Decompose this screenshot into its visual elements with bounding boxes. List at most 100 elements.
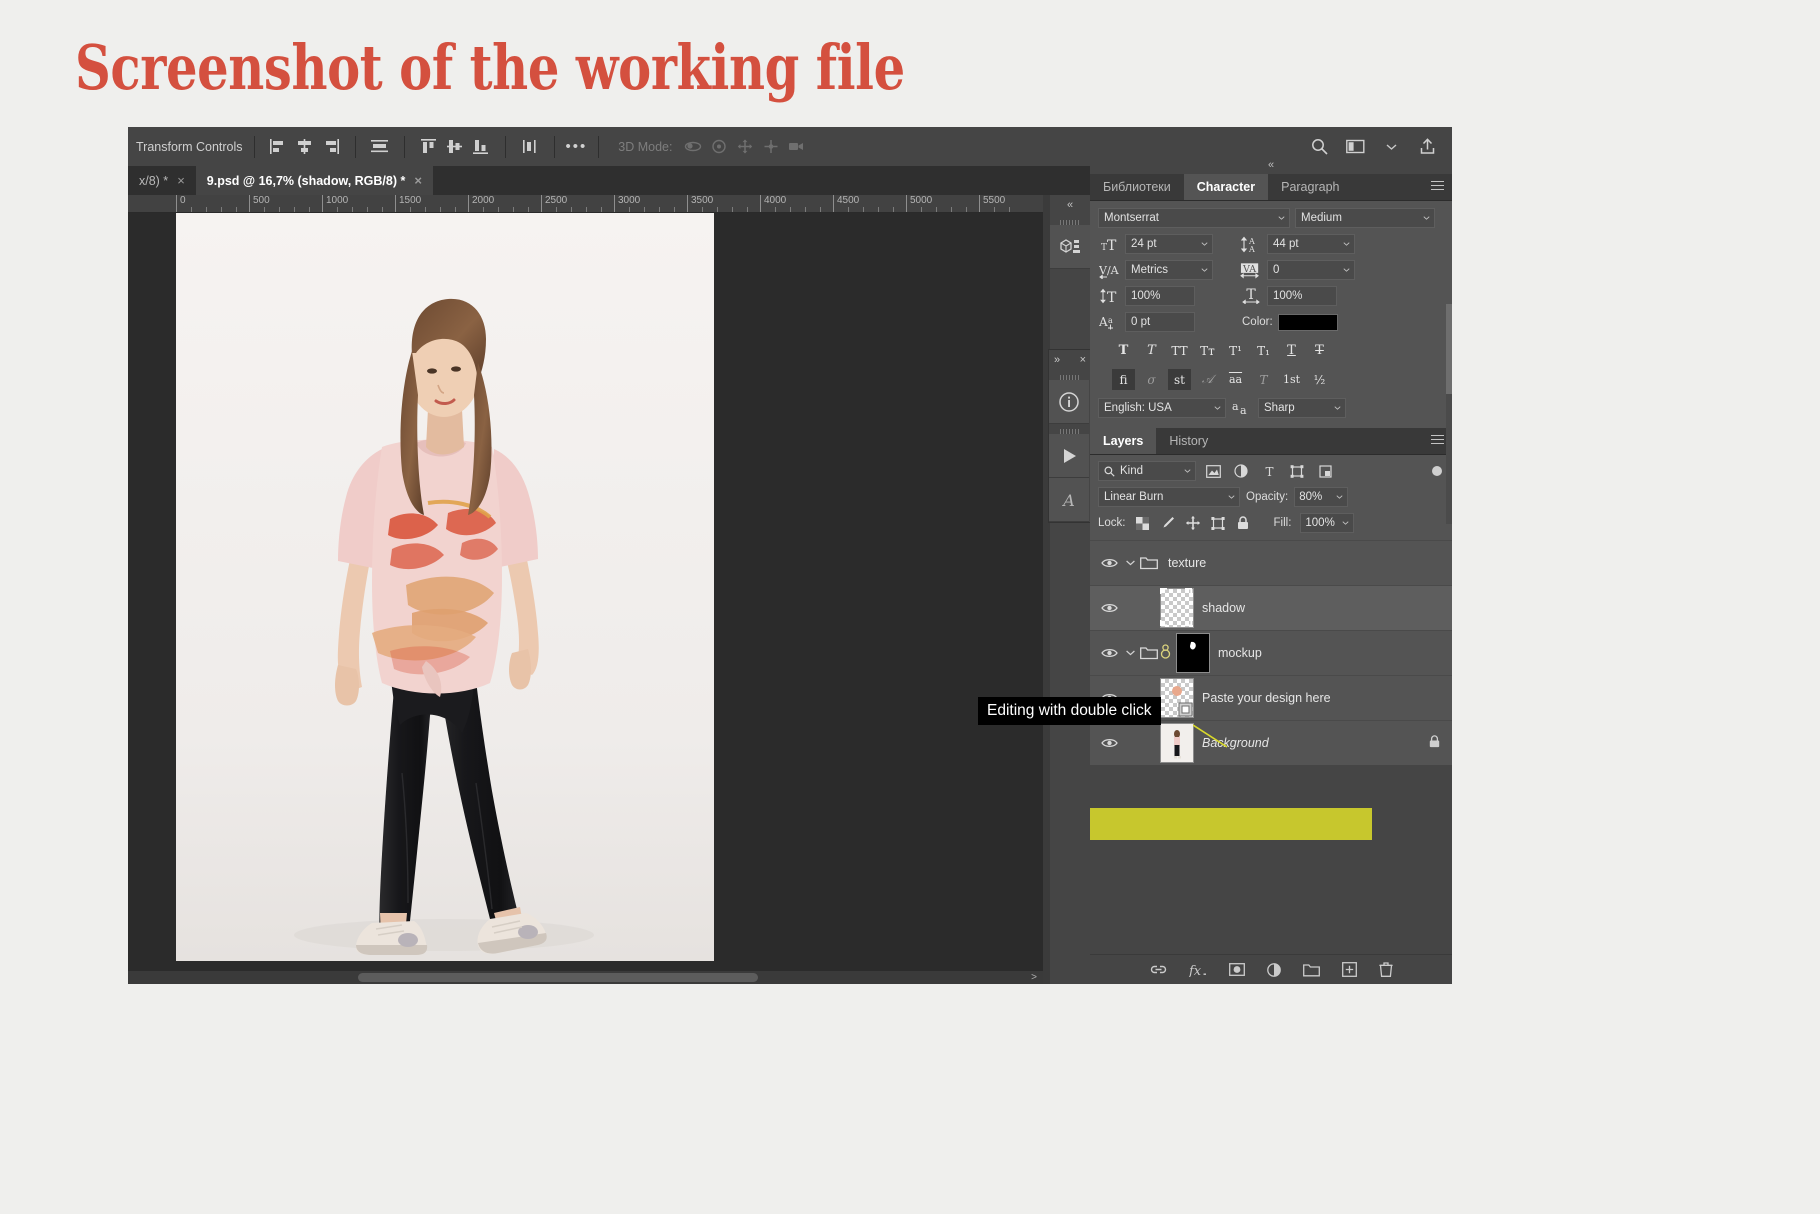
eye-icon[interactable] (1096, 737, 1122, 749)
artboard[interactable] (176, 213, 714, 961)
adjustment-layer-icon[interactable] (1266, 962, 1281, 977)
swash-icon[interactable]: 𝒜 (1196, 369, 1219, 390)
layer-thumbnail[interactable] (1160, 723, 1194, 763)
chevron-down-icon[interactable] (1122, 650, 1138, 656)
align-vertical-centers-icon[interactable] (442, 135, 468, 159)
canvas-horizontal-scrollbar[interactable]: > (128, 971, 1043, 984)
titling-alternates-icon[interactable]: T (1252, 369, 1275, 390)
shape-filter-icon[interactable] (1286, 462, 1308, 481)
scrollbar-thumb[interactable] (1446, 304, 1452, 394)
font-style-select[interactable]: Medium (1295, 208, 1435, 228)
pixel-filter-icon[interactable] (1202, 462, 1224, 481)
horizontal-scale-input[interactable]: 100% (1267, 286, 1337, 306)
ordinals-icon[interactable]: 1st (1280, 369, 1303, 390)
table-row[interactable]: Background (1090, 720, 1452, 765)
panel-menu-icon[interactable] (1431, 435, 1444, 447)
language-select[interactable]: English: USA (1098, 398, 1226, 418)
fractions-icon[interactable]: ½ (1308, 369, 1331, 390)
tracking-input[interactable]: 0 (1267, 260, 1355, 280)
font-size-input[interactable]: 24 pt (1125, 234, 1213, 254)
table-row[interactable]: texture (1090, 540, 1452, 585)
zoom-3d-camera-icon[interactable] (784, 135, 810, 159)
tab-libraries[interactable]: Библиотеки (1090, 174, 1184, 200)
collapse-panels-button[interactable]: « (1050, 195, 1090, 215)
faux-italic-icon[interactable]: T (1140, 340, 1163, 361)
type-filter-icon[interactable]: T (1258, 462, 1280, 481)
layer-mask-icon[interactable] (1228, 963, 1245, 976)
lock-artboard-icon[interactable] (1210, 515, 1226, 531)
slide-3d-icon[interactable] (758, 135, 784, 159)
blend-mode-select[interactable]: Linear Burn (1098, 487, 1240, 507)
antialias-select[interactable]: Sharp (1258, 398, 1346, 418)
layer-mask-thumbnail[interactable] (1176, 633, 1210, 673)
tab-layers[interactable]: Layers (1090, 428, 1157, 454)
canvas-area[interactable] (128, 213, 1043, 973)
font-family-select[interactable]: Montserrat (1098, 208, 1290, 228)
lock-image-pixels-icon[interactable] (1160, 515, 1176, 531)
delete-layer-icon[interactable] (1378, 962, 1393, 977)
lock-position-icon[interactable] (1185, 515, 1201, 531)
underline-icon[interactable]: T (1280, 340, 1303, 361)
small-caps-icon[interactable]: Tᴛ (1196, 340, 1219, 361)
discretionary-ligatures-icon[interactable]: st (1168, 369, 1191, 390)
strikethrough-icon[interactable]: T (1308, 340, 1331, 361)
workspace-arrange-icon[interactable] (1344, 136, 1366, 158)
play-icon[interactable] (1049, 434, 1089, 478)
layers-scrollbar[interactable] (1446, 304, 1452, 524)
link-mask-icon[interactable] (1160, 643, 1174, 663)
close-icon[interactable]: × (414, 174, 422, 187)
eye-icon[interactable] (1096, 557, 1122, 569)
oldstyle-icon[interactable]: aa (1224, 369, 1247, 390)
align-bottom-edges-icon[interactable] (468, 135, 494, 159)
all-caps-icon[interactable]: TT (1168, 340, 1191, 361)
layer-thumbnail[interactable] (1160, 588, 1194, 628)
fill-input[interactable]: 100% (1300, 513, 1355, 533)
glyphs-icon[interactable]: A (1049, 478, 1089, 522)
layer-thumbnail[interactable] (1160, 678, 1194, 718)
close-icon[interactable]: × (177, 174, 185, 187)
table-row[interactable]: mockup (1090, 630, 1452, 675)
share-icon[interactable] (1416, 136, 1438, 158)
scrollbar-thumb[interactable] (358, 973, 758, 982)
document-tab-1[interactable]: 9.psd @ 16,7% (shadow, RGB/8) * × (195, 166, 433, 195)
align-right-edges-icon[interactable] (318, 135, 344, 159)
distribute-vertical-icon[interactable] (517, 135, 543, 159)
chevron-down-icon[interactable] (1122, 560, 1138, 566)
text-color-swatch[interactable] (1277, 313, 1338, 331)
opacity-input[interactable]: 80% (1294, 487, 1349, 507)
distribute-horizontal-icon[interactable] (367, 135, 393, 159)
subscript-icon[interactable]: T₁ (1252, 340, 1275, 361)
lock-transparent-pixels-icon[interactable] (1135, 515, 1151, 531)
align-left-edges-icon[interactable] (266, 135, 292, 159)
adjustment-filter-icon[interactable] (1230, 462, 1252, 481)
eye-icon[interactable] (1096, 602, 1122, 614)
align-horizontal-centers-icon[interactable] (292, 135, 318, 159)
layer-style-icon[interactable]: fx (1189, 963, 1207, 977)
lock-all-icon[interactable] (1235, 515, 1251, 531)
roll-3d-icon[interactable] (706, 135, 732, 159)
align-top-edges-icon[interactable] (416, 135, 442, 159)
baseline-shift-input[interactable]: 0 pt (1125, 312, 1195, 332)
contextual-alternates-icon[interactable]: σ (1140, 369, 1163, 390)
panel-menu-icon[interactable] (1431, 181, 1444, 193)
standard-ligatures-icon[interactable]: fi (1112, 369, 1135, 390)
collapse-dock-button[interactable]: « (1090, 156, 1452, 174)
layer-kind-filter[interactable]: Kind (1098, 461, 1196, 481)
tab-history[interactable]: History (1156, 428, 1221, 454)
search-icon[interactable] (1308, 136, 1330, 158)
more-options-button[interactable]: ••• (566, 138, 588, 155)
orbit-3d-icon[interactable] (680, 135, 706, 159)
filter-toggle-switch[interactable] (1432, 466, 1442, 476)
pan-3d-icon[interactable] (732, 135, 758, 159)
tab-character[interactable]: Character (1183, 174, 1269, 200)
link-layers-icon[interactable] (1150, 963, 1167, 976)
smart-object-filter-icon[interactable] (1314, 462, 1336, 481)
close-icon[interactable]: × (1080, 354, 1086, 366)
scroll-right-icon[interactable]: > (1031, 972, 1037, 983)
vertical-scale-input[interactable]: 100% (1125, 286, 1195, 306)
table-row[interactable]: shadow (1090, 585, 1452, 630)
document-tab-0[interactable]: x/8) * × (128, 166, 196, 195)
leading-input[interactable]: 44 pt (1267, 234, 1355, 254)
expand-panel-button[interactable]: » (1054, 354, 1060, 366)
eye-icon[interactable] (1096, 647, 1122, 659)
